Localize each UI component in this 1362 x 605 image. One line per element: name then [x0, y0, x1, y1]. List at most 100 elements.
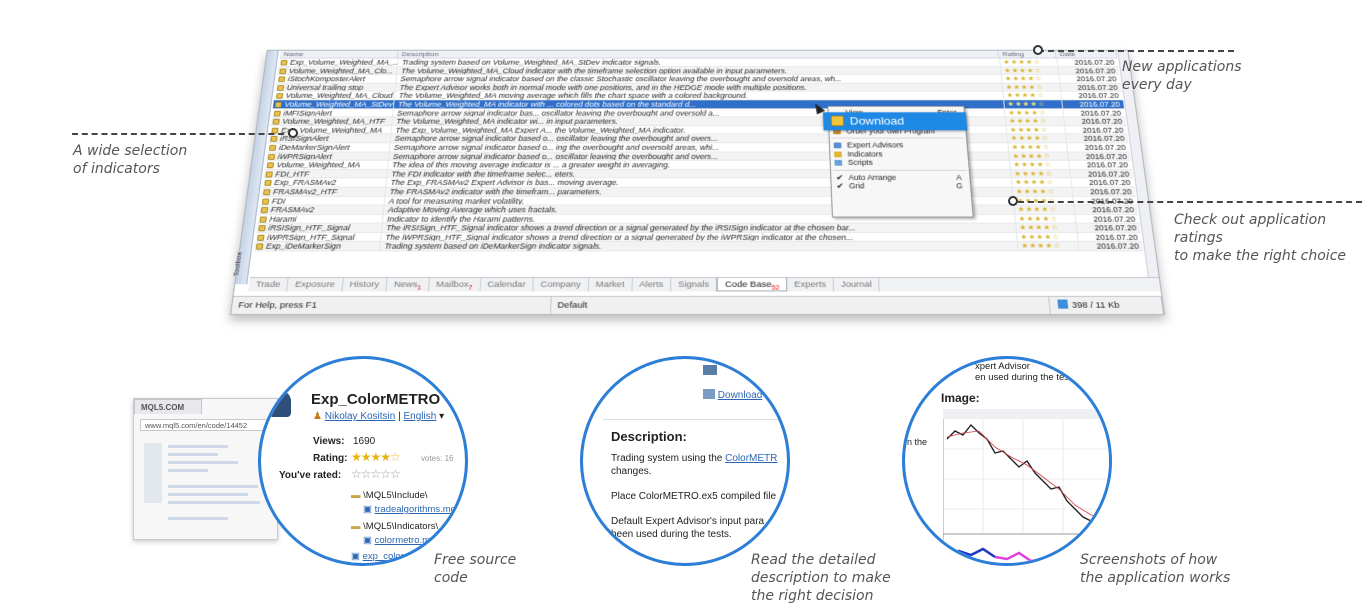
row-name: Volume_Weighted_MA_HTF: [271, 117, 393, 125]
menu-separator: [831, 137, 965, 139]
table-row[interactable]: Exp_FRASMAv2 The Exp_FRASMAv2 Expert Advi…: [262, 178, 1135, 188]
tab-label: Calendar: [487, 279, 526, 290]
tab-label: Mailbox: [435, 279, 470, 290]
tab-calendar[interactable]: Calendar: [480, 277, 534, 292]
table-row[interactable]: FDI_HTF The FDI indicator with the timefr…: [263, 169, 1134, 179]
row-name-text: iStochKomposterAlert: [287, 75, 366, 83]
file-1[interactable]: ▣ tradealgorithms.mq: [363, 504, 456, 515]
table-row[interactable]: FDI A tool for measuring market volatilit…: [259, 196, 1138, 206]
tab-label: Experts: [794, 279, 827, 290]
menu-grid-label: Grid: [848, 181, 865, 191]
download-menu-item[interactable]: Download: [822, 112, 968, 131]
indicator-icon: [256, 234, 265, 241]
callout-description: Read the detailed description to make the …: [751, 551, 891, 605]
table-row[interactable]: Volume_Weighted_MA_Clo... The Volume_Weig…: [277, 66, 1120, 76]
user-icon: ♟: [313, 411, 322, 422]
menu-item-auto-arrange[interactable]: ✔ Auto Arrange A: [831, 173, 970, 182]
table-row[interactable]: Exp_Volume_Weighted_MA_... Trading system…: [278, 58, 1119, 67]
table-row[interactable]: Volume_Weighted_MA_HTF The Volume_Weighte…: [270, 117, 1127, 126]
p1-text: Trading system using the: [611, 453, 723, 464]
source-code-zoom: Exp_ColorMETRO - ♟ Nikolay Kositsin | En…: [258, 356, 468, 566]
row-date: 2016.07.20: [1073, 205, 1139, 214]
row-name: FRASMAv2: [259, 205, 384, 214]
price-chart-screenshot[interactable]: [943, 409, 1112, 566]
tab-trade[interactable]: Trade: [248, 277, 290, 292]
table-row[interactable]: iWPRSign_HTF_Signal The iWPRSign_HTF_Sign…: [254, 232, 1143, 243]
table-row[interactable]: FRASMAv2_HTF The FRASMAv2 indicator with …: [260, 187, 1137, 197]
menu-item-experts[interactable]: Expert Advisors: [830, 141, 967, 150]
table-row[interactable]: iRSISign_HTF_Signal The iRSISign_HTF_Sign…: [256, 223, 1141, 233]
page-line: [168, 461, 238, 464]
tab-news[interactable]: News1: [386, 277, 430, 292]
col-name-header[interactable]: Name: [279, 50, 399, 58]
table-row[interactable]: Volume_Weighted_MA The idea of this movin…: [264, 160, 1133, 170]
mql5-tab[interactable]: MQL5.COM: [134, 399, 202, 414]
tab-label: Trade: [255, 279, 281, 290]
tab-market[interactable]: Market: [588, 277, 633, 292]
callout-dot-new: [1033, 45, 1043, 55]
row-name: iMFISignAlert: [272, 109, 393, 117]
callout-line: code: [434, 570, 468, 586]
folder-path: \MQL5\Include\: [363, 490, 428, 501]
download-link[interactable]: Download: [703, 389, 762, 401]
row-name-text: Exp_iDeMarkerSign: [265, 242, 342, 251]
col-description-header[interactable]: Description: [397, 50, 1000, 58]
row-name-text: Volume_Weighted_MA_Cloud: [285, 91, 394, 100]
tab-label: History: [349, 279, 380, 290]
table-row[interactable]: Universal trailing stop The Expert Adviso…: [274, 83, 1122, 92]
page-line: [168, 517, 228, 520]
description-p3: Default Expert Advisor's input para been …: [611, 515, 764, 541]
tab-journal[interactable]: Journal: [833, 277, 881, 292]
tab-label: Market: [595, 279, 625, 290]
your-rating-stars[interactable]: ☆☆☆☆☆: [351, 467, 401, 481]
table-row[interactable]: iDeMarkerSignAlert Semaphore arrow signal…: [266, 143, 1131, 153]
page-line: [168, 445, 228, 448]
menu-item-indicators[interactable]: Indicators: [830, 150, 968, 159]
row-name-text: FDI: [271, 196, 286, 205]
tab-exposure[interactable]: Exposure: [287, 277, 344, 292]
row-description: Semaphore arrow signal indicator based o…: [395, 75, 1002, 83]
tab-alerts[interactable]: Alerts: [632, 277, 672, 292]
row-rating-stars: ★★★★☆: [1005, 125, 1066, 134]
callout-line: Check out application ratings: [1174, 212, 1327, 246]
row-name-text: Volume_Weighted_MA: [276, 160, 361, 169]
table-row[interactable]: Exp_Volume_Weighted_MA The Exp_Volume_Wei…: [269, 125, 1128, 135]
menu-item-scripts[interactable]: Scripts: [831, 158, 969, 167]
tab-signals[interactable]: Signals: [671, 277, 718, 292]
table-row[interactable]: Harami Indicator to identify the Harami p…: [257, 214, 1140, 224]
table-row[interactable]: iRSISignAlert Semaphore arrow signal indi…: [268, 134, 1129, 144]
tab-experts[interactable]: Experts: [787, 277, 835, 292]
row-rating-stars: ★★★★☆: [1004, 117, 1065, 126]
folder-path: \MQL5\Indicators\: [363, 521, 439, 532]
callout-line: description to make: [751, 570, 891, 586]
author-link[interactable]: Nikolay Kositsin: [325, 411, 396, 422]
mq-icon: [703, 365, 717, 375]
row-name: iDeMarkerSignAlert: [267, 143, 390, 151]
author-avatar: [269, 391, 291, 417]
table-row[interactable]: iWPRSignAlert Semaphore arrow signal indi…: [265, 152, 1132, 161]
row-name-text: Volume_Weighted_MA_Clo...: [288, 66, 394, 75]
file-2[interactable]: ▣ colormetro.mq: [363, 535, 435, 546]
language-link[interactable]: English: [404, 411, 437, 422]
description-zoom: Download Description: Trading system usi…: [580, 356, 790, 566]
tab-mailbox[interactable]: Mailbox7: [428, 277, 481, 292]
menu-item-grid[interactable]: ✔ Grid G: [831, 182, 970, 191]
table-row[interactable]: Exp_iDeMarkerSign Trading system based on…: [253, 242, 1144, 252]
tab-history[interactable]: History: [342, 277, 388, 292]
tab-code-base[interactable]: Code Base52: [717, 277, 788, 292]
row-date: 2016.07.20: [1075, 223, 1141, 232]
indicator-icon: [260, 207, 269, 214]
tab-company[interactable]: Company: [533, 277, 589, 292]
folder-indicators: ▬ \MQL5\Indicators\: [351, 521, 438, 532]
table-row[interactable]: Volume_Weighted_MA_StDev The Volume_Weigh…: [272, 100, 1125, 109]
table-row[interactable]: Volume_Weighted_MA_Cloud The Volume_Weigh…: [273, 91, 1124, 101]
url-bar[interactable]: www.mql5.com/en/code/14452: [140, 419, 277, 431]
table-body: Exp_Volume_Weighted_MA_... Trading system…: [253, 58, 1144, 252]
table-row[interactable]: iStochKomposterAlert Semaphore arrow sign…: [276, 75, 1121, 84]
file-3[interactable]: ▣ exp_colorme: [351, 551, 417, 562]
table-row[interactable]: FRASMAv2 Adaptive Moving Average which us…: [258, 205, 1139, 215]
table-row[interactable]: iMFISignAlert Semaphore arrow signal indi…: [271, 108, 1126, 118]
tab-label: News: [393, 279, 418, 290]
toolbox-tabs: Trade Exposure History News1 Mailbox7 Calenda…: [248, 277, 1161, 292]
colormetro-link[interactable]: ColorMETR: [725, 453, 777, 464]
